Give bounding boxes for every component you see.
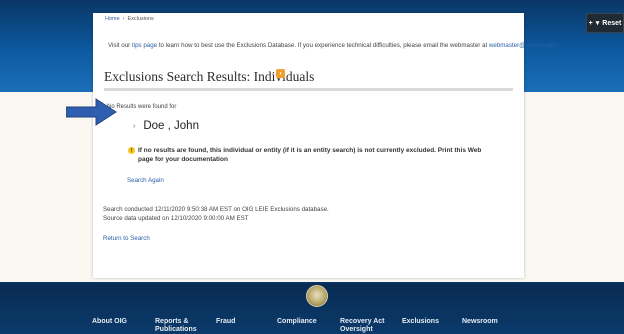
reset-label: Reset: [602, 19, 622, 27]
plus-icon: +: [588, 19, 593, 27]
hhs-seal-icon: [306, 285, 328, 307]
results-panel: Home › Exclusions Visit our tips page to…: [93, 13, 558, 278]
reset-button[interactable]: + ▾ Reset: [586, 13, 624, 33]
footer-link-compliance[interactable]: Compliance: [277, 318, 317, 326]
divider: [104, 88, 513, 91]
warning-text: If no results are found, this individual…: [138, 147, 482, 163]
searched-name-row: › Doe , John: [133, 120, 199, 132]
footer-link-reports-label: Reports & Publications: [155, 318, 197, 333]
footer-nav: About OIG Reports & Publications Fraud C…: [0, 318, 624, 334]
footer-link-newsroom[interactable]: Newsroom: [462, 318, 498, 326]
breadcrumb-home[interactable]: Home: [105, 16, 120, 22]
footer-link-recovery-label: Recovery Act Oversight: [340, 318, 385, 333]
tips-message: Visit our tips page to learn how to best…: [108, 42, 559, 49]
footer-link-fraud[interactable]: Fraud: [216, 318, 235, 326]
tips-page-link[interactable]: tips page: [132, 42, 157, 49]
breadcrumb-current: Exclusions: [127, 16, 154, 22]
bullet-icon: ›: [133, 122, 136, 130]
webmaster-email-link[interactable]: webmaster@oig.hhs.gov: [489, 42, 557, 49]
footer-link-exclusions[interactable]: Exclusions: [402, 318, 439, 326]
rss-icon[interactable]: ◗: [276, 69, 285, 78]
footer-link-reports[interactable]: Reports & Publications: [155, 318, 197, 334]
search-conducted: Search conducted 12/11/2020 9:50:38 AM E…: [103, 206, 329, 213]
chevron-down-icon: ▾: [595, 20, 600, 27]
footer-link-about[interactable]: About OIG: [92, 318, 127, 326]
return-to-search-link[interactable]: Return to Search: [103, 235, 150, 242]
footer-link-recovery[interactable]: Recovery Act Oversight: [340, 318, 385, 334]
annotation-arrow-icon: [66, 98, 117, 126]
searched-name: Doe , John: [143, 120, 199, 132]
warning-icon: !: [128, 147, 135, 154]
source-updated: Source data updated on 12/10/2020 9:00:0…: [103, 215, 249, 222]
search-metadata: Search conducted 12/11/2020 9:50:38 AM E…: [103, 205, 329, 223]
search-again-link[interactable]: Search Again: [127, 177, 164, 184]
chevron-right-icon: ›: [122, 16, 125, 22]
breadcrumb: Home › Exclusions: [105, 16, 154, 22]
